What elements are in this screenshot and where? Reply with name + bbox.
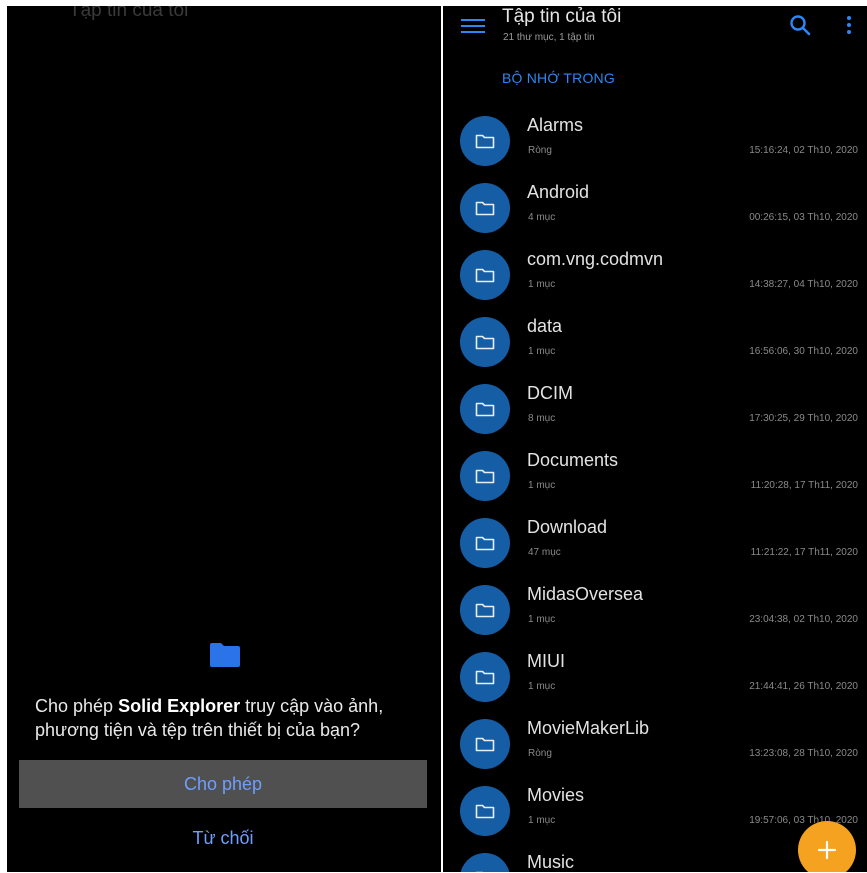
file-row[interactable]: Alarms Ròng 15:16:24, 02 Th10, 2020 [443, 107, 867, 174]
file-name: com.vng.codmvn [527, 249, 664, 269]
folder-avatar [460, 317, 510, 367]
file-modified-date: 14:38:27, 04 Th10, 2020 [749, 279, 858, 290]
file-modified-date: 11:21:22, 17 Th11, 2020 [750, 547, 858, 558]
folder-avatar [460, 585, 510, 635]
folder-avatar [460, 853, 510, 872]
file-item-count: 1 mục [528, 681, 556, 692]
deny-button[interactable]: Từ chối [19, 818, 427, 858]
menu-icon[interactable] [461, 16, 485, 36]
file-item-count: 1 mục [528, 346, 556, 357]
file-item-count: Ròng [528, 145, 552, 156]
folder-icon [475, 737, 495, 752]
folder-icon [475, 469, 495, 484]
file-row[interactable]: MIUI 1 mục 21:44:41, 26 Th10, 2020 [443, 643, 867, 710]
folder-icon [475, 670, 495, 685]
file-modified-date: 11:20:28, 17 Th11, 2020 [750, 480, 858, 491]
file-row[interactable]: com.vng.codmvn 1 mục 14:38:27, 04 Th10, 20… [443, 241, 867, 308]
file-row[interactable]: Download 47 mục 11:21:22, 17 Th11, 2020 [443, 509, 867, 576]
folder-icon [210, 643, 240, 667]
file-modified-date: 15:16:24, 02 Th10, 2020 [749, 145, 858, 156]
folder-avatar [460, 183, 510, 233]
folder-icon [475, 603, 495, 618]
file-row[interactable]: data 1 mục 16:56:06, 30 Th10, 2020 [443, 308, 867, 375]
folder-avatar [460, 451, 510, 501]
folder-icon [475, 804, 495, 819]
storage-section-label: BỘ NHỚ TRONG [502, 70, 615, 86]
file-browser: Tập tin của tôi 21 thư mục, 1 tập tin BỘ… [443, 6, 867, 872]
file-name: MovieMakerLib [527, 718, 650, 738]
file-modified-date: 23:04:38, 02 Th10, 2020 [749, 614, 858, 625]
file-name: Android [527, 182, 590, 202]
file-row[interactable]: Android 4 mục 00:26:15, 03 Th10, 2020 [443, 174, 867, 241]
folder-icon [475, 201, 495, 216]
file-name: Documents [527, 450, 619, 470]
file-name: MidasOversea [527, 584, 644, 604]
folder-icon [475, 134, 495, 149]
folder-icon [475, 871, 484, 872]
folder-icon [475, 536, 495, 551]
folder-avatar [460, 652, 510, 702]
file-row[interactable]: MidasOversea 1 mục 23:04:38, 02 Th10, 2020 [443, 576, 867, 643]
add-button[interactable] [798, 821, 856, 872]
faded-page-title: Tập tin của tôi [69, 6, 189, 21]
folder-icon [475, 335, 495, 350]
file-row[interactable]: Documents 1 mục 11:20:28, 17 Th11, 2020 [443, 442, 867, 509]
file-item-count: 1 mục [528, 279, 556, 290]
file-modified-date: 21:44:41, 26 Th10, 2020 [749, 681, 858, 692]
file-name: DCIM [527, 383, 573, 403]
page-subtitle: 21 thư mục, 1 tập tin [503, 32, 595, 43]
plus-icon [817, 840, 837, 860]
file-row[interactable]: DCIM 8 mục 17:30:25, 29 Th10, 2020 [443, 375, 867, 442]
folder-icon [475, 268, 495, 283]
file-item-count: 1 mục [528, 480, 556, 491]
folder-icon [475, 402, 495, 417]
file-item-count: 1 mục [528, 815, 556, 826]
search-icon[interactable] [789, 14, 811, 36]
folder-avatar [460, 116, 510, 166]
more-vert-icon[interactable] [845, 14, 853, 36]
folder-avatar [460, 518, 510, 568]
page-title: Tập tin của tôi [502, 6, 622, 27]
file-name: data [527, 316, 563, 336]
file-modified-date: 17:30:25, 29 Th10, 2020 [749, 413, 858, 424]
file-modified-date: 13:23:08, 28 Th10, 2020 [749, 748, 858, 759]
file-row[interactable]: MovieMakerLib Ròng 13:23:08, 28 Th10, 2020 [443, 710, 867, 777]
permission-message: Cho phép Solid Explorer truy cập vào ảnh… [35, 694, 415, 742]
file-item-count: 1 mục [528, 614, 556, 625]
file-item-count: Ròng [528, 748, 552, 759]
file-item-count: 8 mục [528, 413, 556, 424]
permission-app-name: Solid Explorer [118, 696, 241, 716]
file-name: MIUI [527, 651, 565, 671]
file-name: Alarms [527, 115, 584, 135]
allow-button[interactable]: Cho phép [19, 760, 427, 808]
permission-prefix: Cho phép [35, 696, 119, 716]
file-item-count: 47 mục [528, 547, 561, 558]
file-name: Music [527, 852, 575, 872]
file-name: Movies [527, 785, 585, 805]
folder-avatar [460, 719, 510, 769]
folder-avatar [460, 786, 510, 836]
folder-avatar [460, 384, 510, 434]
file-item-count: 4 mục [528, 212, 556, 223]
file-modified-date: 00:26:15, 03 Th10, 2020 [749, 212, 858, 223]
file-modified-date: 16:56:06, 30 Th10, 2020 [749, 346, 858, 357]
permission-screen: Tập tin của tôi Cho phép Solid Explorer … [7, 6, 441, 872]
folder-avatar [460, 250, 510, 300]
file-name: Download [527, 517, 608, 537]
